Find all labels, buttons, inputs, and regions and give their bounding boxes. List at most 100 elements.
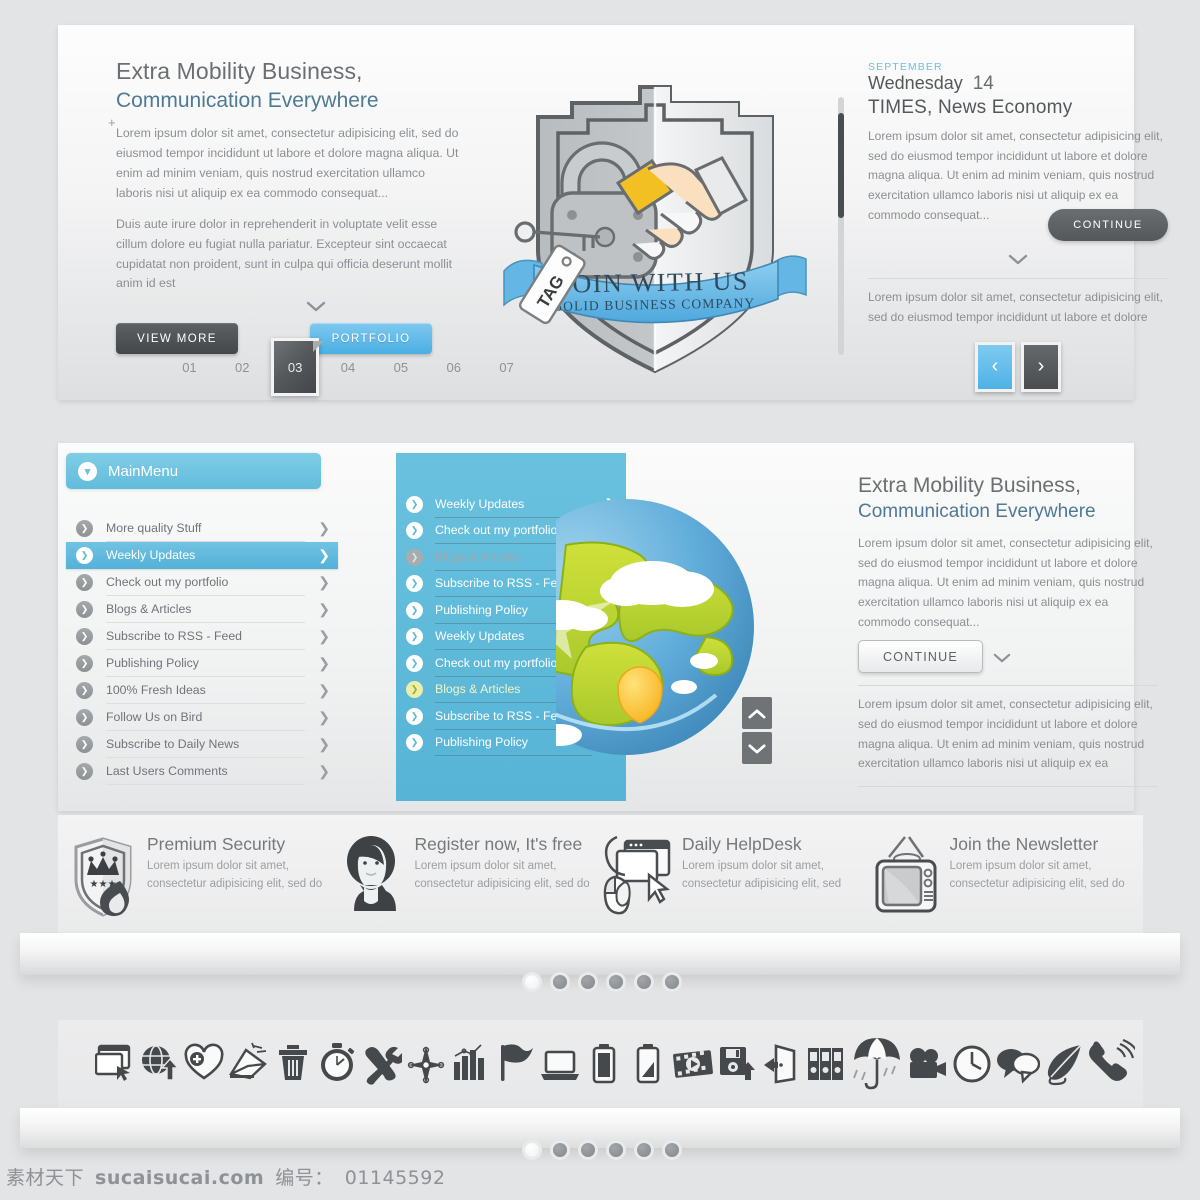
page-root: Extra Mobility Business, Communication E… bbox=[0, 0, 1200, 1200]
menu-item-subscribe-rss-feed[interactable]: ❯ Subscribe to RSS - Feed ❯ bbox=[66, 623, 338, 650]
trash-bin-icon[interactable] bbox=[273, 1042, 313, 1086]
menu-right-continue-button[interactable]: CONTINUE bbox=[858, 640, 983, 674]
feature-text: Premium Security Lorem ipsum dolor sit a… bbox=[147, 834, 336, 894]
chevron-right-circle-icon: ❯ bbox=[406, 548, 423, 566]
feature-register-now[interactable]: Register now, It's free Lorem ipsum dolo… bbox=[336, 834, 604, 921]
mainmenu-label: MainMenu bbox=[108, 462, 179, 480]
feather-quill-icon[interactable] bbox=[1041, 1042, 1082, 1086]
floppy-save-icon[interactable] bbox=[717, 1042, 757, 1086]
features-row: ★★★ Premium Security Lorem ipsum dolor s… bbox=[68, 834, 1139, 921]
carousel-slide-04[interactable]: 04 bbox=[322, 360, 375, 375]
globe-upload-icon[interactable] bbox=[139, 1042, 181, 1086]
icon-pagination-dot-6[interactable] bbox=[665, 1143, 679, 1157]
pagination-dot-1-active[interactable] bbox=[525, 975, 539, 989]
carousel-slide-02[interactable]: 02 bbox=[216, 360, 269, 375]
feature-premium-security[interactable]: ★★★ Premium Security Lorem ipsum dolor s… bbox=[68, 834, 336, 921]
carousel-slide-01[interactable]: 01 bbox=[163, 360, 216, 375]
scroll-up-button[interactable] bbox=[742, 697, 772, 729]
pagination-dot-5[interactable] bbox=[637, 975, 651, 989]
carousel-slide-06[interactable]: 06 bbox=[427, 360, 480, 375]
pagination-dot-4[interactable] bbox=[609, 975, 623, 989]
carousel-slide-07[interactable]: 07 bbox=[480, 360, 533, 375]
next-arrow-button[interactable]: › bbox=[1021, 341, 1061, 392]
menu-item-100-fresh-ideas[interactable]: ❯ 100% Fresh Ideas ❯ bbox=[66, 677, 338, 704]
icon-pagination-dot-2[interactable] bbox=[553, 1143, 567, 1157]
umbrella-rain-icon[interactable] bbox=[851, 1036, 903, 1092]
feature-join-newsletter[interactable]: Join the Newsletter Lorem ipsum dolor si… bbox=[871, 834, 1139, 921]
prev-arrow-button[interactable]: ‹ bbox=[975, 341, 1015, 392]
news-day-number: 14 bbox=[972, 73, 994, 94]
menu-item-more-quality-stuff[interactable]: ❯ More quality Stuff ❯ bbox=[66, 515, 338, 542]
hero-paragraph-1: Lorem ipsum dolor sit amet, consectetur … bbox=[116, 126, 459, 200]
heart-plus-icon[interactable] bbox=[184, 1042, 224, 1086]
film-strip-play-icon[interactable] bbox=[672, 1042, 713, 1086]
hero-vertical-scrollbar[interactable] bbox=[838, 97, 844, 355]
pagination-dot-2[interactable] bbox=[553, 975, 567, 989]
icon-pagination-dot-4[interactable] bbox=[609, 1143, 623, 1157]
menu-item-publishing-policy[interactable]: ❯ Publishing Policy ❯ bbox=[66, 650, 338, 677]
menu-item-label: Weekly Updates bbox=[106, 548, 196, 562]
laptop-icon[interactable] bbox=[540, 1042, 580, 1086]
menu-item-weekly-updates[interactable]: ❯ Weekly Updates ❯ bbox=[66, 542, 338, 569]
chevron-down-icon[interactable] bbox=[993, 650, 1011, 668]
scrollbar-thumb[interactable] bbox=[838, 113, 844, 218]
features-shelf-edge bbox=[20, 933, 1180, 975]
carousel-slide-05[interactable]: 05 bbox=[374, 360, 427, 375]
carousel-slide-03-active[interactable]: 03 bbox=[269, 341, 324, 375]
menu-item-label: Subscribe to Daily News bbox=[106, 731, 306, 758]
exit-door-icon[interactable] bbox=[762, 1042, 802, 1086]
battery-icon[interactable] bbox=[584, 1042, 624, 1086]
menu-item-label: Blogs & Articles bbox=[106, 596, 306, 623]
stopwatch-icon[interactable] bbox=[317, 1042, 357, 1086]
icon-pagination-dot-5[interactable] bbox=[637, 1143, 651, 1157]
menu-right-title-line1: Extra Mobility Business, bbox=[858, 474, 1081, 497]
mainmenu-header[interactable]: ▾ MainMenu bbox=[66, 453, 321, 489]
feature-title: Join the Newsletter bbox=[949, 834, 1099, 854]
menu-right-action-row: CONTINUE bbox=[858, 632, 1158, 674]
compass-icon[interactable] bbox=[406, 1042, 446, 1086]
movie-camera-icon[interactable] bbox=[907, 1042, 947, 1086]
tools-wrench-screwdriver-icon[interactable] bbox=[362, 1042, 406, 1086]
binders-icon[interactable] bbox=[806, 1042, 846, 1086]
feature-description: Lorem ipsum dolor sit amet, consectetur … bbox=[682, 860, 842, 891]
clock-icon[interactable] bbox=[952, 1042, 992, 1086]
pagination-dot-6[interactable] bbox=[665, 975, 679, 989]
browser-window-cursor-icon[interactable] bbox=[94, 1042, 135, 1086]
hero-title-line2: Communication Everywhere bbox=[116, 88, 379, 112]
news-continue-button[interactable]: CONTINUE bbox=[1048, 209, 1168, 242]
chevron-right-icon: ❯ bbox=[318, 736, 330, 752]
menu-item-follow-us-on-bird[interactable]: ❯ Follow Us on Bird ❯ bbox=[66, 704, 338, 731]
watermark-id-label: 编号： bbox=[275, 1167, 334, 1189]
icon-pagination-dot-1-active[interactable] bbox=[525, 1143, 539, 1157]
flag-icon[interactable] bbox=[495, 1042, 535, 1086]
ringing-phone-icon[interactable] bbox=[1085, 1038, 1142, 1089]
news-date-line: Wednesday 14 bbox=[868, 73, 1168, 95]
scroll-down-button[interactable] bbox=[742, 732, 772, 764]
feature-text: Register now, It's free Lorem ipsum dolo… bbox=[415, 834, 604, 894]
pagination-dot-3[interactable] bbox=[581, 975, 595, 989]
features-pagination-dots[interactable] bbox=[525, 975, 679, 989]
menu-right-paragraph-2: Lorem ipsum dolor sit amet, consectetur … bbox=[858, 697, 1153, 771]
menu-item-blogs-articles[interactable]: ❯ Blogs & Articles ❯ bbox=[66, 596, 338, 623]
chevron-right-circle-icon: ❯ bbox=[406, 707, 423, 725]
speech-bubbles-icon[interactable] bbox=[996, 1042, 1041, 1086]
chevron-right-circle-icon: ❯ bbox=[76, 682, 93, 699]
news-footer-paragraph: Lorem ipsum dolor sit amet, consectetur … bbox=[868, 290, 1163, 325]
chevron-right-circle-icon: ❯ bbox=[76, 601, 93, 618]
news-chevron-down-icon[interactable] bbox=[868, 251, 1168, 268]
battery-low-icon[interactable] bbox=[628, 1042, 668, 1086]
hero-carousel-nav[interactable]: 01 02 03 04 05 06 07 bbox=[163, 341, 533, 391]
bar-chart-icon[interactable] bbox=[451, 1042, 491, 1086]
menu-item-last-users-comments[interactable]: ❯ Last Users Comments ❯ bbox=[66, 758, 338, 785]
icon-shelf-edge bbox=[20, 1108, 1180, 1148]
chevron-down-icon[interactable] bbox=[116, 298, 516, 315]
open-envelope-icon[interactable] bbox=[228, 1042, 268, 1086]
icon-strip-pagination-dots[interactable] bbox=[525, 1143, 679, 1157]
chevron-right-circle-icon: ❯ bbox=[406, 654, 423, 672]
icon-pagination-dot-3[interactable] bbox=[581, 1143, 595, 1157]
menu-item-subscribe-daily-news[interactable]: ❯ Subscribe to Daily News ❯ bbox=[66, 731, 338, 758]
chevron-right-icon: ❯ bbox=[318, 763, 330, 779]
feature-daily-helpdesk[interactable]: Daily HelpDesk Lorem ipsum dolor sit ame… bbox=[603, 834, 871, 921]
menu-item-check-out-my-portfolio[interactable]: ❯ Check out my portfolio ❯ bbox=[66, 569, 338, 596]
chevron-right-circle-icon: ❯ bbox=[76, 520, 93, 537]
